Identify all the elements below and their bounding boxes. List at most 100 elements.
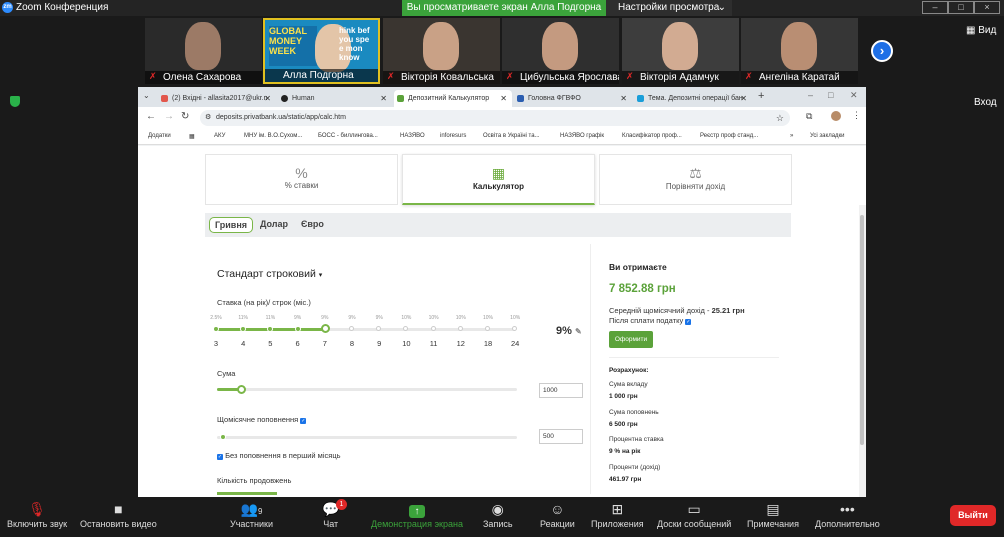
mic-muted-icon: ✗ <box>149 71 157 81</box>
scrollbar-thumb[interactable] <box>860 215 864 445</box>
monthly-checkbox[interactable]: ✓ <box>300 418 307 424</box>
unmute-button[interactable]: 🎙 Включить звук <box>7 501 67 529</box>
next-participants-button[interactable]: › <box>871 40 893 62</box>
edit-pencil-icon[interactable]: ✎ <box>575 327 582 336</box>
participants-button[interactable]: 👥9 Участники <box>230 501 273 529</box>
bookmark-apps[interactable]: Додатки <box>148 133 171 139</box>
menu-kebab-icon[interactable]: ⋮ <box>852 110 861 121</box>
after-tax[interactable]: Після сплати податку ✓ <box>609 316 692 325</box>
term-dot[interactable] <box>267 326 274 332</box>
term-dot[interactable] <box>457 326 463 331</box>
profile-avatar[interactable] <box>831 111 841 121</box>
sum-slider[interactable] <box>217 385 519 395</box>
participant-video <box>423 22 459 70</box>
participant-tile[interactable]: ✗ Вікторія Ковальська <box>383 18 500 84</box>
minimize-button[interactable]: – <box>922 1 948 14</box>
term-dot[interactable] <box>485 326 490 331</box>
no-first-month-checkbox[interactable]: ✓ <box>217 454 223 460</box>
no-first-month[interactable]: ✓ Без поповнення в перший місяць <box>217 451 341 460</box>
monthly-input[interactable]: 500 <box>539 429 583 444</box>
leave-button[interactable]: Выйти <box>950 505 996 526</box>
close-tab-icon[interactable]: ✕ <box>500 90 507 107</box>
close-tab-icon[interactable]: ✕ <box>380 90 387 107</box>
bookmark-item[interactable]: inforesurs <box>440 133 466 139</box>
currency-uah[interactable]: Гривня <box>209 217 254 233</box>
sum-input[interactable]: 1000 <box>539 383 583 398</box>
term-dot[interactable] <box>430 326 436 331</box>
bookmark-item[interactable]: НАЗЯВО <box>400 133 425 139</box>
security-shield-icon[interactable] <box>10 96 20 107</box>
tab-fgvfo[interactable]: Головна ФГВФО ✕ <box>514 90 632 107</box>
view-button[interactable]: ▦ Вид <box>966 25 996 36</box>
reload-icon[interactable]: ↻ <box>181 111 189 122</box>
apps-button[interactable]: ⊞ Приложения <box>591 501 644 529</box>
record-button[interactable]: ◉ Запись <box>483 501 513 529</box>
notes-button[interactable]: ▤ Примечания <box>747 501 799 529</box>
bookmark-item[interactable]: МНУ ім. В.О.Сухом... <box>244 133 302 139</box>
minimize-icon[interactable]: – <box>808 90 813 100</box>
bookmark-item[interactable]: АКУ <box>214 133 225 139</box>
maximize-icon[interactable]: □ <box>828 90 833 100</box>
new-tab-button[interactable]: + <box>758 90 764 102</box>
monthly-slider[interactable] <box>217 433 519 443</box>
participant-tile[interactable]: ✗ Ангеліна Каратай <box>741 18 858 84</box>
slider-knob[interactable] <box>220 434 226 440</box>
bookmark-star-icon[interactable]: ☆ <box>776 110 784 126</box>
bookmark-item[interactable]: Освіта в Україні та... <box>483 133 540 139</box>
term-dot[interactable] <box>512 326 518 331</box>
participant-tile-active[interactable]: GLOBAL MONEY WEEK hink bef you spe e mon know… <box>263 18 380 84</box>
close-tab-icon[interactable]: ✕ <box>740 90 747 107</box>
bookmark-item[interactable]: НАЗЯВО графік <box>560 133 604 139</box>
enter-fullscreen-button[interactable]: Вход <box>974 97 997 108</box>
rate-term-slider[interactable]: 2.5% 3 11% 4 11% 5 9% 6 9% 7 9% 8 9% 9 10% 10 10% 11 10% 12… <box>210 315 530 355</box>
stop-video-button[interactable]: ■ Остановить видео <box>80 501 157 529</box>
term-dot[interactable] <box>349 326 354 331</box>
bookmark-item[interactable]: Реєстр проф станд... <box>700 133 758 139</box>
back-icon[interactable]: ← <box>146 111 156 122</box>
nav-compare[interactable]: ⚖ Порівняти дохід <box>599 154 792 205</box>
view-settings-button[interactable]: Настройки просмотра ⌄ <box>606 0 732 16</box>
currency-eur[interactable]: Євро <box>296 217 329 233</box>
currency-usd[interactable]: Долар <box>255 217 293 233</box>
calc-row-label: Сума поповнень <box>609 408 659 416</box>
term-dot[interactable] <box>240 326 247 332</box>
close-tab-icon[interactable]: ✕ <box>620 90 627 107</box>
tab-deposit-calculator[interactable]: Депозитний Калькулятор ✕ <box>394 90 512 107</box>
share-screen-button[interactable]: ↑ Демонстрация экрана <box>371 501 463 529</box>
term-dot[interactable] <box>294 326 301 332</box>
nav-calculator[interactable]: ▦ Калькулятор <box>402 154 595 205</box>
participant-tile[interactable]: ✗ Вікторія Адамчук <box>622 18 739 84</box>
maximize-button[interactable]: □ <box>948 1 974 14</box>
close-button[interactable]: × <box>974 1 1000 14</box>
tab-search-icon[interactable]: ⌄ <box>143 91 150 100</box>
term-dot[interactable] <box>213 326 219 332</box>
more-label: Дополнительно <box>815 519 880 529</box>
tab-human[interactable]: Human ✕ <box>278 90 392 107</box>
participant-tile[interactable]: ✗ Олена Сахарова <box>145 18 262 84</box>
extensions-icon[interactable]: ⧉ <box>806 111 812 122</box>
deposit-type-dropdown[interactable]: Стандарт строковий ▾ <box>217 268 322 280</box>
slider-knob[interactable] <box>320 324 330 333</box>
more-button[interactable]: ••• Дополнительно <box>815 501 880 529</box>
close-window-icon[interactable]: ✕ <box>850 90 858 101</box>
address-bar[interactable]: ⚙ deposits.privatbank.ua/static/app/calc.… <box>200 110 790 126</box>
all-bookmarks[interactable]: Усі закладки <box>810 133 845 139</box>
bookmark-item[interactable]: БОСС - биллингова... <box>318 133 378 139</box>
bookmark-item[interactable]: Класифікатор проф... <box>622 133 682 139</box>
close-tab-icon[interactable]: ✕ <box>264 90 271 107</box>
more-bookmarks-icon[interactable]: » <box>790 133 793 139</box>
forward-icon[interactable]: → <box>164 111 174 122</box>
tab-mail[interactable]: (2) Вхідні - allasita2017@ukr.n ✕ <box>158 90 276 107</box>
nav-rates[interactable]: %% ставки <box>205 154 398 205</box>
grid-icon[interactable]: ▦ <box>189 133 195 140</box>
site-info-icon[interactable]: ⚙ <box>205 110 211 126</box>
participant-tile[interactable]: ✗ Цибульська Ярослава <box>502 18 619 84</box>
reactions-button[interactable]: ☺ Реакции <box>540 501 575 529</box>
tab-deposit-topic[interactable]: Тема. Депозитні операції бан ✕ <box>634 90 752 107</box>
page-scrollbar[interactable] <box>859 205 866 497</box>
apply-button[interactable]: Оформити <box>609 331 653 348</box>
whiteboards-button[interactable]: ▭ Доски сообщений <box>657 501 731 529</box>
prolong-slider[interactable] <box>217 492 277 495</box>
after-tax-checkbox[interactable]: ✓ <box>685 319 692 325</box>
slider-knob[interactable] <box>237 385 246 394</box>
